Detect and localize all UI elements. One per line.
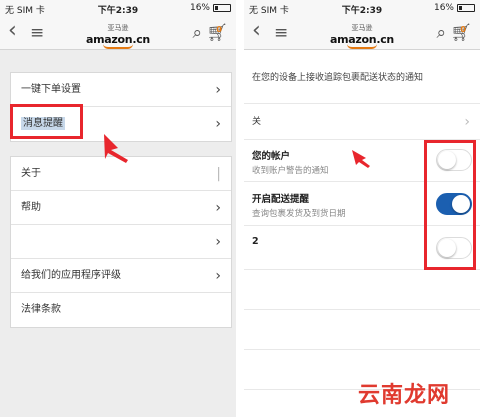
- annotation-arrow-left: [104, 134, 128, 163]
- watermark: 云南龙网: [357, 382, 450, 408]
- annotation-arrows: [104, 134, 370, 168]
- annotation-arrow-right: [352, 150, 370, 168]
- annotation-toggle-box: [424, 140, 476, 270]
